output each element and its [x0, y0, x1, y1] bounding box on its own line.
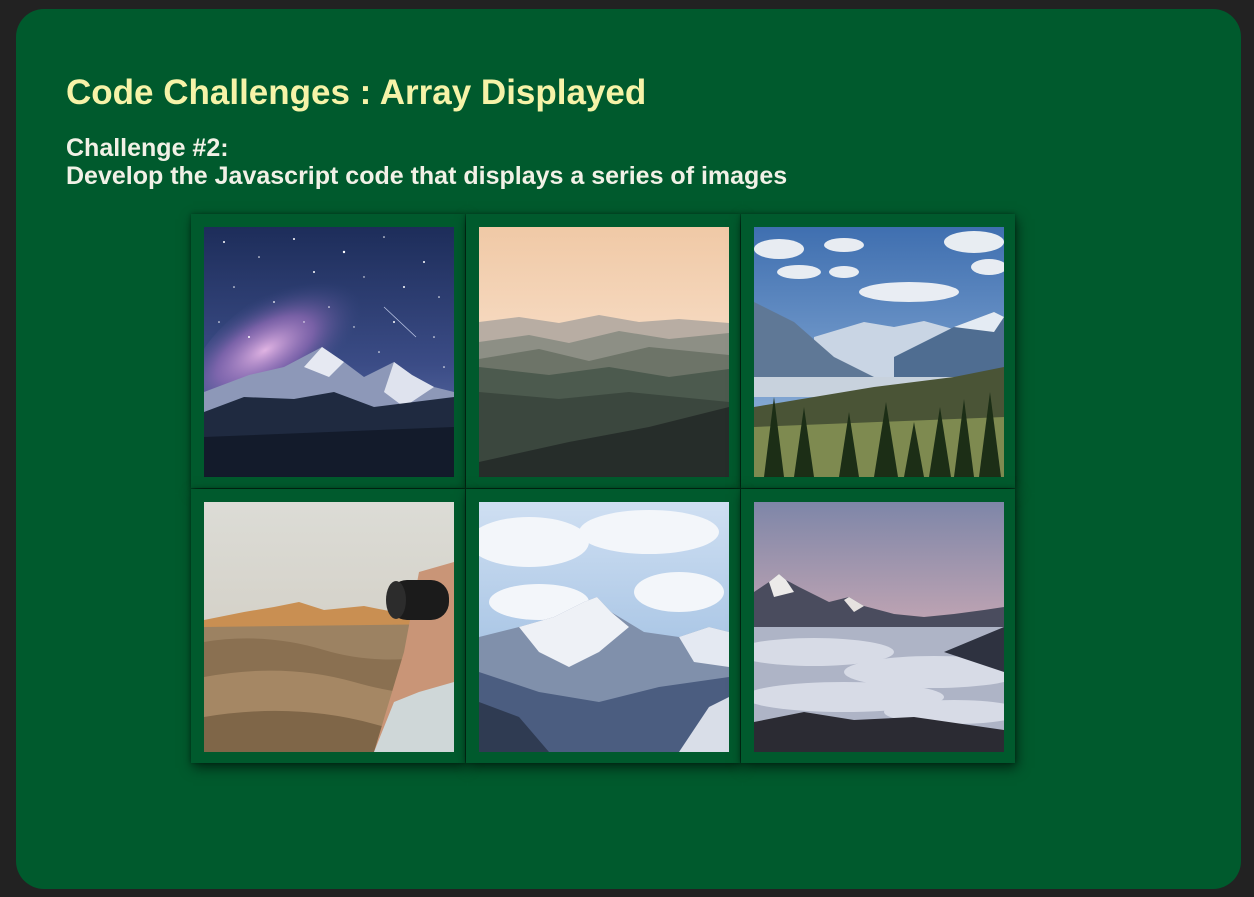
gallery-tile-2[interactable] — [466, 214, 740, 488]
main-panel: Code Challenges : Array Displayed Challe… — [16, 9, 1241, 889]
gallery-tile-5[interactable] — [466, 489, 740, 763]
challenge-description: Develop the Javascript code that display… — [66, 162, 788, 190]
gallery-tile-4[interactable] — [191, 489, 465, 763]
page-title: Code Challenges : Array Displayed — [66, 73, 647, 112]
gallery-image-desert-photographer — [204, 502, 454, 752]
gallery-tile-1[interactable] — [191, 214, 465, 488]
challenge-label: Challenge #2: — [66, 134, 229, 162]
gallery-image-snowy-peak — [479, 502, 729, 752]
challenge-heading: Challenge #2: Develop the Javascript cod… — [66, 134, 787, 190]
gallery-tile-3[interactable] — [741, 214, 1015, 488]
image-gallery — [191, 214, 1018, 764]
gallery-tile-6[interactable] — [741, 489, 1015, 763]
gallery-image-misty-hills — [479, 227, 729, 477]
gallery-image-starry-mountain — [204, 227, 454, 477]
gallery-image-cloud-sea — [754, 502, 1004, 752]
gallery-image-mountain-valley — [754, 227, 1004, 477]
